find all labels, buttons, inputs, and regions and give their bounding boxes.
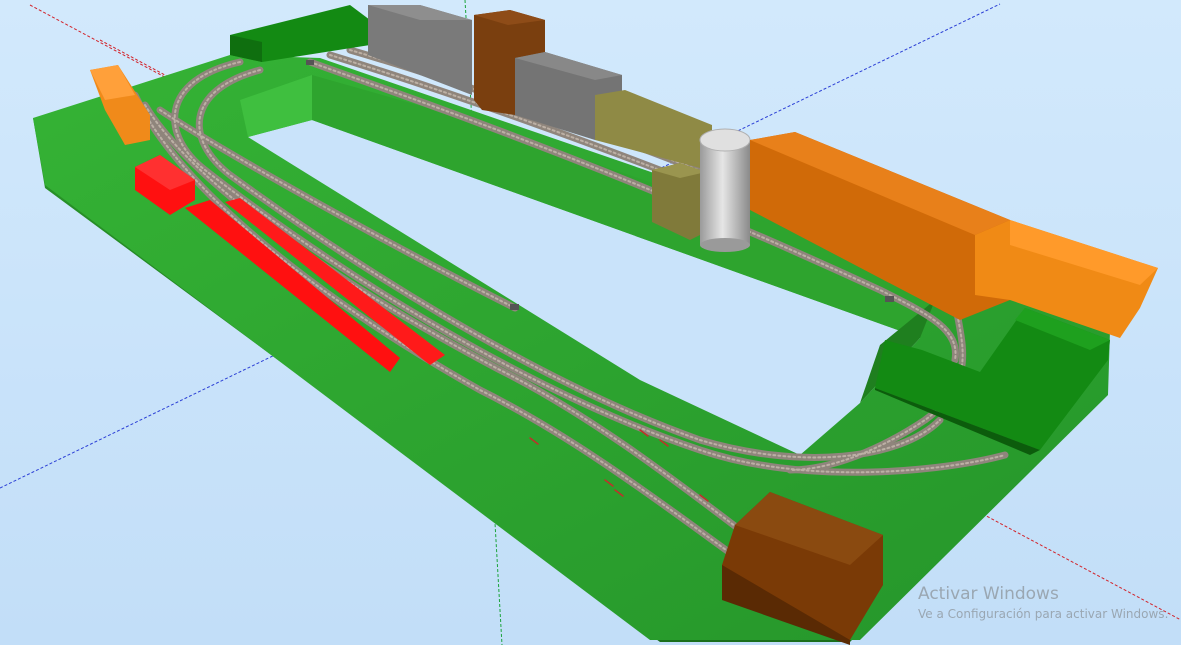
layout-board[interactable] <box>33 55 1110 642</box>
buffer-stop-right[interactable] <box>885 296 894 302</box>
silo[interactable] <box>699 128 751 252</box>
buffer-stop-center[interactable] <box>510 304 519 310</box>
board-top-surface[interactable] <box>33 55 1110 640</box>
3d-viewport[interactable]: Activar Windows Ve a Configuración para … <box>0 0 1181 645</box>
layout-scene[interactable] <box>0 0 1181 645</box>
green-block-back[interactable] <box>230 5 370 62</box>
buffer-stop-back[interactable] <box>306 60 314 65</box>
